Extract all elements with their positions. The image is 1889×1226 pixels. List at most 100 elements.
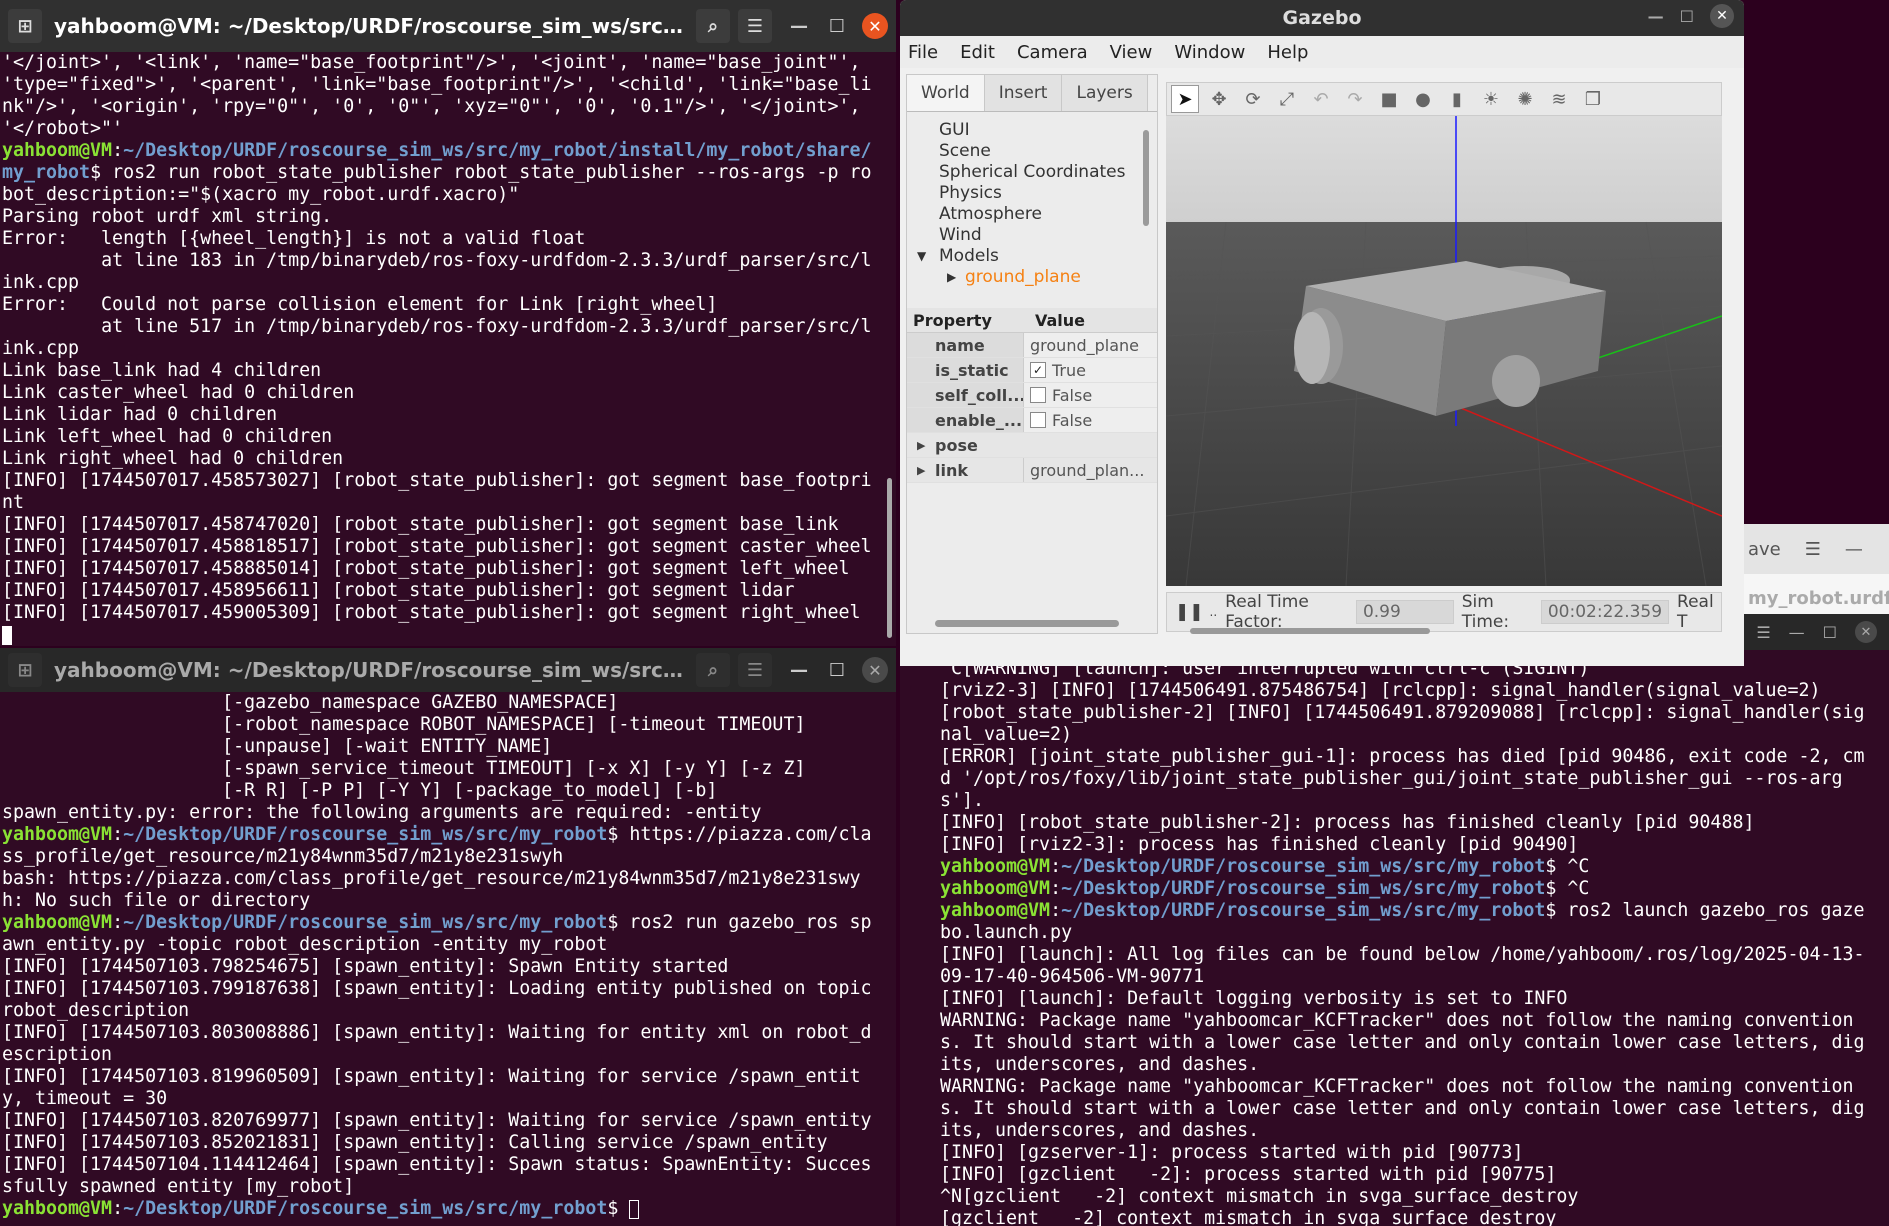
property-key: pose: [935, 435, 978, 455]
tree-item-wind[interactable]: Wind: [907, 225, 1157, 246]
property-row-link[interactable]: ▶ link ground_plan...: [907, 458, 1157, 483]
minimize-icon[interactable]: —: [1648, 7, 1664, 26]
menu-icon[interactable]: ☰: [1756, 623, 1770, 642]
output-line: [INFO] [launch]: All log files can be fo…: [940, 944, 1865, 987]
menu-icon[interactable]: ☰: [738, 9, 772, 43]
property-row-name[interactable]: name ground_plane: [907, 333, 1157, 358]
prompt-path: ~/Desktop/URDF/roscourse_sim_ws/src/my_r…: [1061, 856, 1546, 877]
sim-time-label: Sim Time:: [1461, 592, 1510, 632]
tab-world[interactable]: World: [907, 75, 985, 111]
gazebo-window: Gazebo — ☐ ✕ File Edit Camera View Windo…: [900, 0, 1744, 666]
terminal-3-output[interactable]: ^C[WARNING] [launch]: user interrupted w…: [900, 658, 1889, 1226]
output-line: ^N[gzclient -2] context mismatch in svga…: [940, 1186, 1579, 1207]
search-icon[interactable]: ⌕: [696, 9, 730, 43]
tree-item-models[interactable]: ▼ Models: [907, 246, 1157, 267]
output-line: spawn_entity.py: error: the following ar…: [2, 802, 762, 823]
output-line: WARNING: Package name "yahboomcar_KCFTra…: [940, 1076, 1865, 1141]
minimize-icon[interactable]: —: [1789, 623, 1805, 642]
minimize-icon[interactable]: —: [1845, 539, 1863, 560]
terminal-1-scrollbar[interactable]: [887, 478, 892, 638]
spot-light-icon[interactable]: ✺: [1511, 85, 1539, 113]
expand-right-icon[interactable]: ▶: [917, 464, 925, 477]
output-line: '</joint>', '<link', 'name="base_footpri…: [2, 52, 872, 139]
new-tab-icon[interactable]: ⊞: [8, 653, 42, 687]
menu-icon[interactable]: ☰: [738, 653, 772, 687]
checkbox-checked-icon[interactable]: ✓: [1030, 362, 1046, 378]
cylinder-shape-icon[interactable]: ▮: [1443, 85, 1471, 113]
search-icon[interactable]: ⌕: [696, 653, 730, 687]
point-light-icon[interactable]: ☀: [1477, 85, 1505, 113]
directional-light-icon[interactable]: ≋: [1545, 85, 1573, 113]
terminal-1-titlebar: ⊞ yahboom@VM: ~/Desktop/URDF/roscourse_s…: [0, 0, 896, 52]
output-line: [INFO] [launch]: Default logging verbosi…: [940, 988, 1568, 1009]
step-icon[interactable]: ..: [1210, 605, 1218, 619]
close-icon[interactable]: ✕: [1855, 621, 1877, 643]
new-tab-icon[interactable]: ⊞: [8, 9, 42, 43]
menu-camera[interactable]: Camera: [1017, 42, 1088, 63]
gazebo-title: Gazebo: [1282, 7, 1362, 29]
editor-headerbar: ave ☰ —: [1744, 524, 1889, 574]
property-row-pose[interactable]: ▶ pose: [907, 433, 1157, 458]
tree-item-physics[interactable]: Physics: [907, 183, 1157, 204]
value-header: Value: [1035, 310, 1086, 330]
gazebo-left-panel: World Insert Layers GUI Scene Spherical …: [906, 74, 1158, 634]
menu-help[interactable]: Help: [1267, 42, 1308, 63]
close-icon[interactable]: ✕: [862, 657, 888, 683]
checkbox-icon[interactable]: [1030, 387, 1046, 403]
property-row-is-static[interactable]: is_static ✓ True: [907, 358, 1157, 383]
terminal-1-output[interactable]: '</joint>', '<link', 'name="base_footpri…: [0, 52, 896, 646]
command-text: ros2 run robot_state_publisher robot_sta…: [2, 162, 872, 205]
tree-item-ground-plane[interactable]: ▶ ground_plane: [907, 267, 1157, 288]
menu-edit[interactable]: Edit: [960, 42, 995, 63]
expand-down-icon[interactable]: ▼: [917, 246, 926, 267]
expand-right-icon[interactable]: ▶: [917, 439, 925, 452]
prompt-line: yahboom@VM:~/Desktop/URDF/roscourse_sim_…: [2, 1198, 882, 1220]
tab-layers[interactable]: Layers: [1062, 75, 1148, 111]
minimize-icon[interactable]: —: [782, 653, 816, 687]
close-icon[interactable]: ✕: [862, 13, 888, 39]
menu-window[interactable]: Window: [1174, 42, 1245, 63]
scale-mode-icon[interactable]: ⤢: [1273, 85, 1301, 113]
prompt-path: ~/Desktop/URDF/roscourse_sim_ws/src/my_r…: [1061, 878, 1546, 899]
translate-mode-icon[interactable]: ✥: [1205, 85, 1233, 113]
menu-file[interactable]: File: [908, 42, 938, 63]
editor-menu-icon[interactable]: ☰: [1805, 539, 1821, 560]
prompt-line: yahboom@VM:~/Desktop/URDF/roscourse_sim_…: [940, 856, 1590, 877]
expand-right-icon[interactable]: ▶: [947, 267, 956, 288]
property-key: link: [935, 460, 968, 480]
maximize-icon[interactable]: ☐: [820, 653, 854, 687]
property-row-self-collide[interactable]: self_coll... False: [907, 383, 1157, 408]
prompt-user: yahboom@VM: [2, 912, 113, 933]
property-value: False: [1052, 410, 1093, 430]
left-panel-hscrollbar[interactable]: [935, 620, 1119, 627]
save-button[interactable]: ave: [1748, 539, 1781, 560]
tree-item-scene[interactable]: Scene: [907, 141, 1157, 162]
tree-item-spherical-coordinates[interactable]: Spherical Coordinates: [907, 162, 1157, 183]
gazebo-3d-viewport[interactable]: [1166, 116, 1722, 586]
terminal-window-3: ^C[WARNING] [launch]: user interrupted w…: [900, 650, 1889, 1226]
maximize-icon[interactable]: ☐: [1823, 623, 1837, 642]
maximize-icon[interactable]: ☐: [820, 9, 854, 43]
menu-view[interactable]: View: [1110, 42, 1153, 63]
tab-insert[interactable]: Insert: [984, 75, 1063, 111]
minimize-icon[interactable]: —: [782, 9, 816, 43]
rotate-mode-icon[interactable]: ⟳: [1239, 85, 1267, 113]
property-row-enable-wind[interactable]: enable_... False: [907, 408, 1157, 433]
viewport-hscrollbar[interactable]: [1190, 628, 1430, 634]
terminal-2-output[interactable]: [-gazebo_namespace GAZEBO_NAMESPACE] [-r…: [0, 692, 896, 1226]
box-shape-icon[interactable]: ■: [1375, 85, 1403, 113]
sphere-shape-icon[interactable]: ●: [1409, 85, 1437, 113]
terminal-1-title: yahboom@VM: ~/Desktop/URDF/roscourse_sim…: [54, 14, 696, 38]
select-mode-icon[interactable]: ➤: [1171, 85, 1199, 113]
close-icon[interactable]: ✕: [1710, 4, 1734, 28]
undo-icon[interactable]: ↶: [1307, 85, 1335, 113]
tree-item-gui[interactable]: GUI: [907, 120, 1157, 141]
redo-icon[interactable]: ↷: [1341, 85, 1369, 113]
tree-item-atmosphere[interactable]: Atmosphere: [907, 204, 1157, 225]
pause-icon[interactable]: ❚❚: [1175, 602, 1204, 622]
copy-icon[interactable]: ❐: [1579, 85, 1607, 113]
checkbox-icon[interactable]: [1030, 412, 1046, 428]
prompt-path: ~/Desktop/URDF/roscourse_sim_ws/src/my_r…: [1061, 900, 1546, 921]
tree-scrollbar[interactable]: [1143, 130, 1149, 226]
maximize-icon[interactable]: ☐: [1680, 7, 1694, 26]
